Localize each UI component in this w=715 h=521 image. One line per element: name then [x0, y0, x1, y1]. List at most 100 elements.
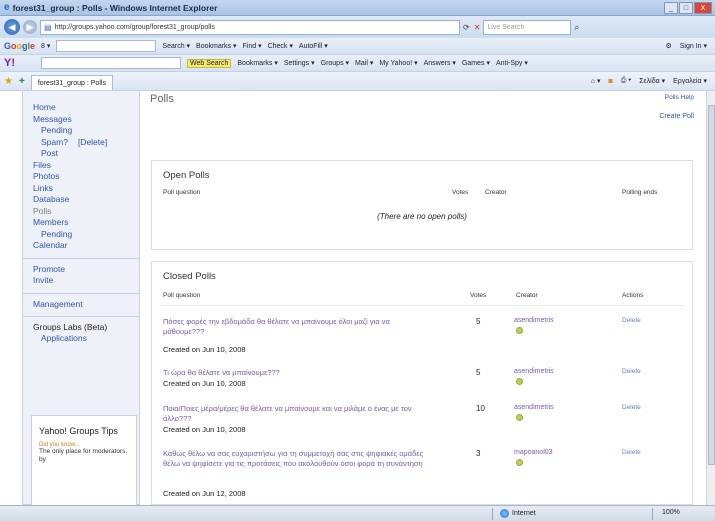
google-find-button[interactable]: Find ▾ [243, 42, 262, 50]
feeds-icon[interactable]: ◙ [608, 78, 612, 85]
search-icon[interactable]: ⌕ [574, 22, 579, 33]
poll-creator-link[interactable]: asendimetris [514, 368, 554, 375]
yahoo-games-button[interactable]: Games ▾ [462, 59, 490, 67]
poll-question-link[interactable]: Καθώς θέλω να σας ευχαριστήσω για τη συμ… [163, 449, 431, 468]
sidebar-item-spam[interactable]: Spam? [41, 137, 68, 149]
poll-question-link[interactable]: Τι ώρα θα θέλατε να μπαίνουμε??? [163, 368, 431, 378]
refresh-icon[interactable]: ⟳ [463, 23, 470, 32]
google-check-button[interactable]: Check ▾ [268, 42, 293, 50]
yahoo-toolbar: Y! Web Search Bookmarks ▾ Settings ▾ Gro… [0, 55, 715, 72]
wrench-icon[interactable]: ⚙ [665, 42, 671, 50]
minimize-button[interactable]: _ [664, 2, 678, 14]
sidebar-item-management[interactable]: Management [33, 299, 139, 311]
create-poll-link[interactable]: Create Poll [659, 113, 694, 120]
delete-poll-link[interactable]: Delete [622, 404, 641, 411]
title-bar: e forest31_group : Polls - Windows Inter… [0, 0, 715, 16]
yahoo-search-input[interactable] [41, 57, 181, 69]
google-search-input[interactable] [56, 40, 157, 52]
google-bookmarks-button[interactable]: Bookmarks ▾ [196, 42, 236, 50]
google-menu[interactable]: 8 ▾ [41, 42, 50, 50]
globe-icon [500, 509, 509, 518]
poll-question-link[interactable]: Ποια/Ποιες μέρα/μέρες θα θέλατε να μπαίν… [163, 404, 431, 423]
poll-question-link[interactable]: Πόσες φορές την εβδομάδα θα θέλατε να μπ… [163, 317, 431, 336]
delete-poll-link[interactable]: Delete [622, 449, 641, 456]
closed-polls-panel: Closed Polls Poll question Votes Creator… [151, 261, 693, 505]
stop-icon[interactable]: ✕ [474, 23, 481, 32]
sidebar-item-messages[interactable]: Messages [33, 114, 139, 126]
sidebar-item-pending-members[interactable]: Pending [33, 229, 139, 241]
smiley-icon [516, 378, 523, 385]
open-polls-heading: Open Polls [163, 170, 210, 181]
sidebar-item-database[interactable]: Database [33, 194, 139, 206]
poll-votes: 5 [476, 368, 481, 377]
maximize-button[interactable]: □ [679, 2, 693, 14]
sidebar-item-photos[interactable]: Photos [33, 171, 139, 183]
sidebar-item-files[interactable]: Files [33, 160, 139, 172]
print-icon[interactable]: ⎙ ▾ [621, 77, 632, 85]
tips-title: Yahoo! Groups Tips [39, 426, 118, 436]
sidebar-item-promote[interactable]: Promote [33, 264, 139, 276]
delete-poll-link[interactable]: Delete [622, 317, 641, 324]
home-icon[interactable]: ⌂ ▾ [591, 77, 601, 85]
yahoo-settings-button[interactable]: Settings ▾ [284, 59, 315, 67]
yahoo-bookmarks-button[interactable]: Bookmarks ▾ [237, 59, 277, 67]
page-menu[interactable]: Σελίδα ▾ [639, 77, 665, 85]
tab-polls[interactable]: forest31_group : Polls [30, 74, 113, 90]
header-divider [160, 305, 684, 306]
poll-created-date: Created on Jun 10, 2008 [163, 345, 246, 354]
col-creator: Creator [516, 292, 538, 299]
smiley-icon [516, 459, 523, 466]
yahoo-web-search-button[interactable]: Web Search [187, 58, 232, 68]
poll-created-date: Created on Jun 10, 2008 [163, 425, 246, 434]
delete-poll-link[interactable]: Delete [622, 368, 641, 375]
page-title: Polls [150, 93, 174, 105]
forward-button[interactable]: ▶ [23, 20, 37, 34]
yahoo-answers-button[interactable]: Answers ▾ [424, 59, 456, 67]
poll-created-date: Created on Jun 12, 2008 [163, 489, 246, 498]
poll-creator-link[interactable]: asendimetris [514, 317, 554, 324]
spam-delete-link[interactable]: [Delete] [78, 137, 107, 149]
favorites-star-icon[interactable]: ★ [4, 76, 13, 87]
sidebar-item-applications[interactable]: Applications [33, 333, 139, 345]
poll-creator-link[interactable]: asendimetris [514, 404, 554, 411]
poll-votes: 5 [476, 317, 481, 326]
close-button[interactable]: X [694, 2, 712, 14]
yahoo-mail-button[interactable]: Mail ▾ [355, 59, 373, 67]
live-search-input[interactable]: Live Search [483, 19, 572, 35]
yahoo-anti-spy-button[interactable]: Anti-Spy ▾ [496, 59, 528, 67]
google-search-button[interactable]: Search ▾ [162, 42, 190, 50]
polls-help-link[interactable]: Polls Help [665, 94, 694, 101]
open-polls-panel: Open Polls Poll question Votes Creator P… [151, 160, 693, 250]
sidebar-item-polls[interactable]: Polls [33, 206, 139, 218]
back-button[interactable]: ◀ [4, 19, 20, 35]
sidebar-item-invite[interactable]: Invite [33, 275, 139, 287]
scrollbar-thumb[interactable] [708, 105, 715, 465]
url-field[interactable]: ▤ http://groups.yahoo.com/group/forest31… [40, 19, 460, 35]
poll-created-date: Created on Jun 10, 2008 [163, 379, 246, 388]
sidebar-item-members[interactable]: Members [33, 217, 139, 229]
col-creator: Creator [485, 189, 507, 196]
yahoo-groups-button[interactable]: Groups ▾ [321, 59, 349, 67]
sidebar-item-home[interactable]: Home [33, 102, 139, 114]
sidebar-item-post[interactable]: Post [33, 148, 139, 160]
zoom-level[interactable]: 100% [662, 509, 680, 516]
no-open-polls-message: (There are no open polls) [377, 212, 467, 221]
tab-label: forest31_group : Polls [37, 79, 106, 87]
zone-label: Internet [512, 510, 536, 517]
poll-votes: 10 [476, 404, 485, 413]
vertical-scrollbar[interactable] [706, 91, 715, 505]
google-sign-in[interactable]: Sign In ▾ [680, 42, 707, 50]
status-bar: Internet 100% [0, 505, 715, 521]
yahoo-logo: Y! [4, 57, 15, 69]
sidebar-item-links[interactable]: Links [33, 183, 139, 195]
add-favorites-icon[interactable]: ✚ [19, 77, 25, 85]
sidebar-item-pending-messages[interactable]: Pending [33, 125, 139, 137]
yahoo-my-yahoo-button[interactable]: My Yahoo! ▾ [379, 59, 417, 67]
tools-menu[interactable]: Εργαλεία ▾ [673, 77, 707, 85]
col-poll-question: Poll question [163, 189, 201, 196]
poll-creator-link[interactable]: mapoanol03 [514, 449, 553, 456]
sidebar-item-spam-row: Spam? [Delete] [33, 137, 139, 149]
sidebar-item-calendar[interactable]: Calendar [33, 240, 139, 252]
google-toolbar: Google 8 ▾ Search ▾ Bookmarks ▾ Find ▾ C… [0, 38, 715, 55]
google-autofill-button[interactable]: AutoFill ▾ [299, 42, 328, 50]
